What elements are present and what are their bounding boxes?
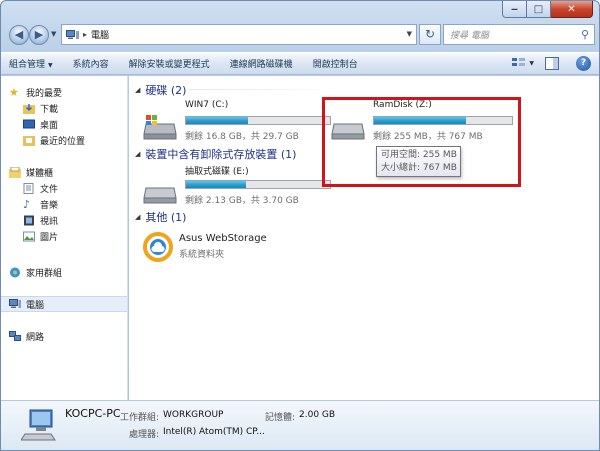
windows-drive-icon <box>143 115 177 140</box>
nav-recent-places[interactable]: 最近的位置 <box>1 132 127 148</box>
nav-videos[interactable]: 視訊 <box>1 212 127 228</box>
nav-network[interactable]: 網路 <box>1 328 127 344</box>
command-toolbar: 組合管理 ▼ 系統內容 解除安裝或變更程式 連線網路磁碟機 開啟控制台 ▼ ? <box>1 52 599 75</box>
preview-pane-icon[interactable] <box>544 56 560 71</box>
drive-e-name: 抽取式磁碟 (E:) <box>185 167 249 177</box>
collapse-triangle-icon: ◢ <box>135 150 141 158</box>
explorer-window: ‒ □ ✕ ◀ ▶ ▼ ▸ 電腦 ▼ ↻ 搜尋 電腦 ⚲ 組合管理 ▼ 系統內容 … <box>0 0 600 451</box>
uninstall-program-button[interactable]: 解除安裝或變更程式 <box>129 57 210 70</box>
minimize-button[interactable]: ‒ <box>502 1 527 18</box>
network-icon <box>9 330 21 341</box>
navigation-bar: ◀ ▶ ▼ ▸ 電腦 ▼ ↻ 搜尋 電腦 ⚲ <box>5 23 595 47</box>
address-dropdown-icon[interactable]: ▼ <box>407 30 412 38</box>
processor-label: 處理器: <box>129 430 160 440</box>
removable-drive-icon <box>143 187 177 204</box>
content-pane: ◢ 硬碟 (2) WIN7 (C:) 剩餘 16.8 GB，共 29.7 GB … <box>129 76 599 400</box>
libraries-icon <box>9 166 21 178</box>
nav-computer[interactable]: 電腦 <box>1 296 127 312</box>
downloads-folder-icon <box>23 103 35 114</box>
computer-icon <box>66 29 79 39</box>
view-options-dropdown-icon[interactable]: ▼ <box>529 60 534 67</box>
breadcrumb-computer[interactable]: 電腦 <box>91 28 109 41</box>
drive-e[interactable]: 抽取式磁碟 (E:) 剩餘 2.13 GB，共 3.70 GB <box>143 164 333 206</box>
drive-c-usage-fill <box>186 117 248 124</box>
nav-documents[interactable]: 文件 <box>1 180 127 196</box>
collapse-triangle-icon: ◢ <box>135 86 141 94</box>
tooltip-free-space: 可用空間: 255 MB <box>381 150 457 160</box>
drive-e-space: 剩餘 2.13 GB，共 3.70 GB <box>185 196 299 206</box>
drive-e-usage-bar <box>185 180 331 189</box>
memory-label: 記憶體: <box>265 413 296 423</box>
asus-webstorage-name[interactable]: Asus WebStorage <box>179 233 267 244</box>
group-hard-disks[interactable]: ◢ 硬碟 (2) <box>135 82 186 98</box>
pictures-icon <box>23 231 35 241</box>
forward-arrow-icon: ▶ <box>34 28 44 41</box>
search-input[interactable]: 搜尋 電腦 <box>450 28 576 41</box>
computer-icon <box>9 298 21 308</box>
tooltip-total-size: 大小總計: 767 MB <box>381 163 457 173</box>
group-removable-storage[interactable]: ◢ 裝置中含有卸除式存放裝置 (1) <box>135 146 296 162</box>
navigation-pane: ★ 我的最愛 下載 桌面 最近的位置 媒體櫃 文件 ♪ 音樂 視訊 圖片 家用群… <box>1 76 128 400</box>
computer-icon <box>21 409 56 441</box>
drive-tooltip: 可用空間: 255 MB 大小總計: 767 MB <box>376 146 461 177</box>
nav-downloads[interactable]: 下載 <box>1 100 127 116</box>
asus-webstorage-icon <box>143 232 173 262</box>
details-pane: KOCPC-PC 工作群組: WORKGROUP 記憶體: 2.00 GB 處理… <box>1 400 599 450</box>
toolbar-right: ▼ ? <box>501 56 591 71</box>
back-button[interactable]: ◀ <box>9 25 29 45</box>
documents-icon <box>23 182 34 194</box>
group-other[interactable]: ◢ 其他 (1) <box>135 209 186 225</box>
drive-c-space: 剩餘 16.8 GB，共 29.7 GB <box>185 132 299 142</box>
workgroup-value: WORKGROUP <box>163 410 224 420</box>
help-icon[interactable]: ? <box>576 56 591 71</box>
recent-pages-dropdown[interactable]: ▼ <box>51 30 56 38</box>
drive-c-usage-bar <box>185 116 331 125</box>
drive-c[interactable]: WIN7 (C:) 剩餘 16.8 GB，共 29.7 GB <box>143 100 333 142</box>
nav-homegroup[interactable]: 家用群組 <box>1 264 127 280</box>
search-icon[interactable]: ⚲ <box>576 28 594 41</box>
nav-desktop[interactable]: 桌面 <box>1 116 127 132</box>
nav-libraries[interactable]: 媒體櫃 <box>1 164 127 180</box>
forward-button[interactable]: ▶ <box>29 25 49 45</box>
processor-value: Intel(R) Atom(TM) CP... <box>163 427 265 437</box>
map-network-drive-button[interactable]: 連線網路磁碟機 <box>230 57 293 70</box>
workgroup-label: 工作群組: <box>120 413 160 423</box>
recent-places-icon <box>23 135 35 146</box>
nav-music[interactable]: ♪ 音樂 <box>1 196 127 212</box>
nav-favorites[interactable]: ★ 我的最愛 <box>1 84 127 100</box>
search-box[interactable]: 搜尋 電腦 ⚲ <box>443 24 595 45</box>
chevron-down-icon: ▼ <box>48 62 53 69</box>
drive-e-usage-fill <box>186 181 247 188</box>
close-button[interactable]: ✕ <box>551 1 593 18</box>
music-note-icon: ♪ <box>23 197 31 211</box>
change-view-icon[interactable] <box>511 56 527 71</box>
star-icon: ★ <box>9 85 19 99</box>
caption-buttons: ‒ □ ✕ <box>502 1 593 18</box>
group-divider <box>189 89 319 90</box>
homegroup-icon <box>10 267 20 277</box>
video-icon <box>24 215 34 225</box>
refresh-button[interactable]: ↻ <box>419 24 441 45</box>
desktop-icon <box>23 119 35 128</box>
memory-value: 2.00 GB <box>299 410 336 420</box>
organize-button[interactable]: 組合管理 ▼ <box>9 57 53 70</box>
drive-c-name: WIN7 (C:) <box>185 100 229 110</box>
back-arrow-icon: ◀ <box>14 28 24 41</box>
open-control-panel-button[interactable]: 開啟控制台 <box>313 57 358 70</box>
computer-name: KOCPC-PC <box>65 407 121 420</box>
maximize-button[interactable]: □ <box>527 1 551 18</box>
collapse-triangle-icon: ◢ <box>135 213 141 221</box>
address-bar[interactable]: ▸ 電腦 ▼ <box>61 24 417 45</box>
system-properties-button[interactable]: 系統內容 <box>73 57 109 70</box>
breadcrumb-separator-icon: ▸ <box>83 30 88 39</box>
asus-webstorage-type: 系統資料夾 <box>179 250 225 260</box>
nav-pictures[interactable]: 圖片 <box>1 228 127 244</box>
